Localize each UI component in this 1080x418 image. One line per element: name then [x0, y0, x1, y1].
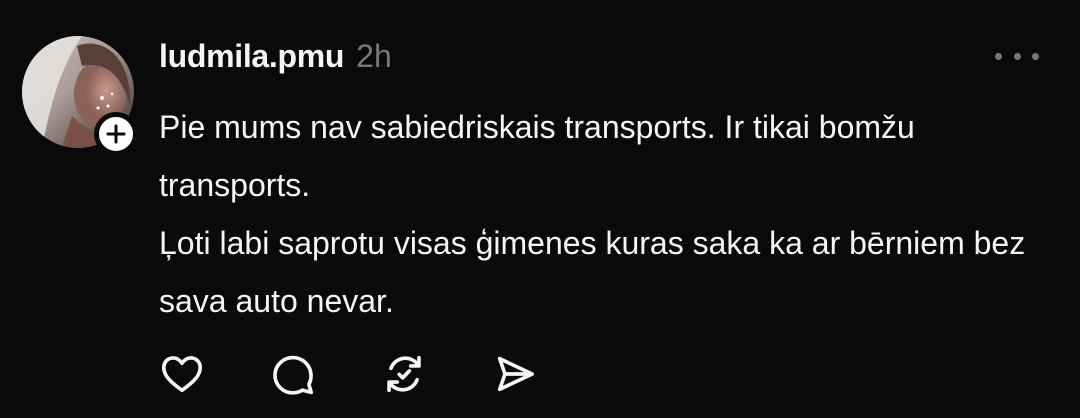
more-options-button[interactable] — [995, 46, 1039, 66]
more-icon-dot — [1032, 52, 1039, 60]
plus-icon — [106, 124, 126, 144]
post-paragraph: Ļoti labi saprotu visas ģimenes kuras sa… — [159, 225, 1026, 319]
like-button[interactable] — [158, 350, 206, 398]
comment-button[interactable] — [269, 350, 317, 398]
more-icon-dot — [995, 52, 1002, 60]
comment-icon — [273, 355, 314, 395]
username[interactable]: ludmila.pmu — [159, 38, 344, 75]
action-bar — [158, 350, 539, 398]
avatar-container — [22, 36, 138, 156]
more-icon-dot — [1013, 52, 1021, 60]
timestamp: 2h — [356, 38, 392, 74]
send-icon — [497, 356, 535, 392]
follow-button[interactable] — [94, 112, 138, 156]
heart-icon — [161, 356, 203, 393]
repost-icon — [387, 355, 421, 393]
share-button[interactable] — [491, 350, 539, 398]
post-body: Pie mums nav sabiedriskais transports. I… — [159, 98, 1039, 330]
post-header: ludmila.pmu 2h — [159, 38, 392, 78]
thread-post: ludmila.pmu 2h Pie mums nav sabiedriskai… — [0, 0, 1080, 418]
post-paragraph: Pie mums nav sabiedriskais transports. I… — [159, 109, 915, 203]
repost-button[interactable] — [380, 350, 428, 398]
